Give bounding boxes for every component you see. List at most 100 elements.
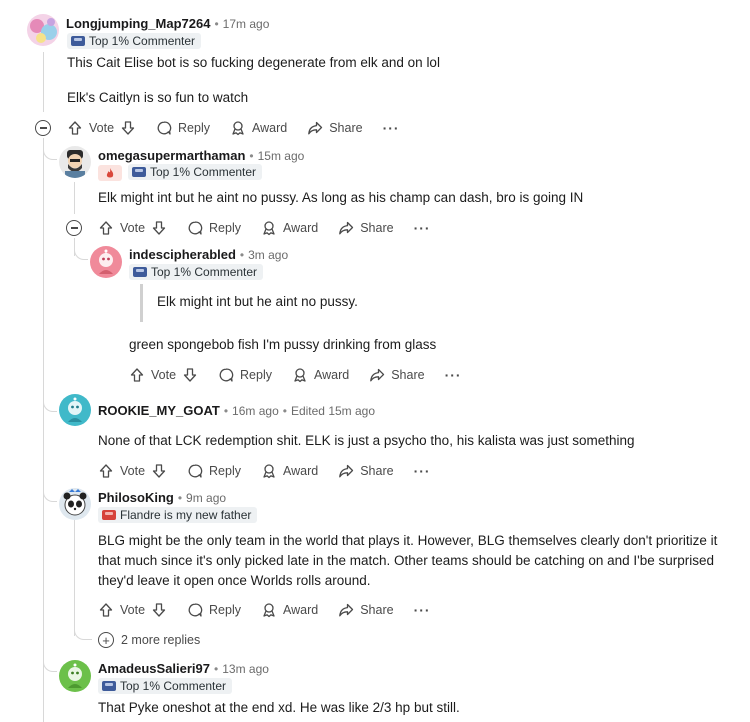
reply-button[interactable]: Reply <box>187 220 241 236</box>
share-arrow-icon <box>338 602 354 618</box>
thread-line-omega[interactable] <box>74 182 75 214</box>
share-button[interactable]: Share <box>369 367 425 383</box>
username[interactable]: PhilosoKing <box>98 490 174 505</box>
vote-label: Vote <box>89 121 115 135</box>
award-button[interactable]: Award <box>230 120 287 136</box>
award-label: Award <box>252 121 288 135</box>
edited-label: Edited 15m ago <box>290 403 376 418</box>
award-label: Award <box>283 464 319 478</box>
vote-label: Vote <box>151 368 177 382</box>
timestamp: 9m ago <box>186 490 227 505</box>
award-button[interactable]: Award <box>261 602 318 618</box>
arrow-down-icon[interactable] <box>151 220 167 236</box>
reply-button[interactable]: Reply <box>156 120 210 136</box>
flair-text: Top 1% Commenter <box>151 265 258 279</box>
username[interactable]: AmadeusSalieri97 <box>98 661 210 676</box>
flair-text: Top 1% Commenter <box>120 679 227 693</box>
arrow-up-icon[interactable] <box>98 463 114 479</box>
username[interactable]: Longjumping_Map7264 <box>66 16 210 31</box>
award-icon <box>261 220 277 236</box>
share-arrow-icon <box>338 463 354 479</box>
vote-group: Vote <box>98 602 173 618</box>
username[interactable]: indescipherabled <box>129 247 236 262</box>
award-label: Award <box>283 603 319 617</box>
share-label: Share <box>360 221 394 235</box>
separator-dot: • <box>177 490 183 505</box>
thread-line-root[interactable] <box>43 52 44 112</box>
user-flair: Top 1% Commenter <box>67 33 202 49</box>
user-flair: Top 1% Commenter <box>129 264 264 280</box>
award-icon <box>261 602 277 618</box>
share-button[interactable]: Share <box>338 463 394 479</box>
reply-button[interactable]: Reply <box>187 602 241 618</box>
avatar[interactable] <box>90 246 122 278</box>
avatar[interactable] <box>59 660 91 692</box>
separator-dot: • <box>282 403 287 418</box>
branch-connector <box>74 620 92 640</box>
username[interactable]: omegasupermarthaman <box>98 148 245 163</box>
user-flair: Top 1% Commenter <box>98 678 233 694</box>
share-button[interactable]: Share <box>307 120 363 136</box>
avatar[interactable] <box>27 14 59 46</box>
action-bar: Vote Reply Award Share ··· <box>98 600 431 620</box>
speech-bubble-icon <box>187 220 203 236</box>
arrow-down-icon[interactable] <box>182 367 198 383</box>
reply-label: Reply <box>209 221 241 235</box>
action-bar: Vote Reply Award Share ··· <box>67 118 400 138</box>
flair-icon <box>133 267 147 277</box>
share-button[interactable]: Share <box>338 220 394 236</box>
share-label: Share <box>391 368 425 382</box>
timestamp: 15m ago <box>257 148 305 163</box>
arrow-up-icon[interactable] <box>67 120 83 136</box>
branch-connector <box>43 140 57 160</box>
ellipsis-icon[interactable]: ··· <box>445 367 462 383</box>
more-replies-label: 2 more replies <box>121 633 201 647</box>
vote-group: Vote <box>129 367 204 383</box>
ellipsis-icon[interactable]: ··· <box>383 120 400 136</box>
award-button[interactable]: Award <box>292 367 349 383</box>
reply-button[interactable]: Reply <box>218 367 272 383</box>
more-replies-button[interactable]: + 2 more replies <box>98 632 201 648</box>
ellipsis-icon[interactable]: ··· <box>414 220 431 236</box>
arrow-up-icon[interactable] <box>129 367 145 383</box>
separator-dot: • <box>223 403 229 418</box>
speech-bubble-icon <box>156 120 172 136</box>
comment-text: Elk's Caitlyn is so fun to watch <box>67 90 249 105</box>
speech-bubble-icon <box>187 602 203 618</box>
arrow-down-icon[interactable] <box>120 120 136 136</box>
vote-label: Vote <box>120 464 146 478</box>
separator-dot: • <box>214 661 219 676</box>
separator-dot: • <box>249 148 254 163</box>
ellipsis-icon[interactable]: ··· <box>414 602 431 618</box>
flair-text: Top 1% Commenter <box>89 34 196 48</box>
avatar[interactable] <box>59 146 91 178</box>
speech-bubble-icon <box>218 367 234 383</box>
plus-circle-icon: + <box>98 632 114 648</box>
ellipsis-icon[interactable]: ··· <box>414 463 431 479</box>
share-button[interactable]: Share <box>338 602 394 618</box>
thread-line-philoso[interactable] <box>74 520 75 636</box>
award-button[interactable]: Award <box>261 220 318 236</box>
username[interactable]: ROOKIE_MY_GOAT <box>98 403 220 418</box>
arrow-down-icon[interactable] <box>151 602 167 618</box>
action-bar: Vote Reply Award Share ··· <box>129 365 462 385</box>
avatar[interactable] <box>59 488 91 520</box>
arrow-down-icon[interactable] <box>151 463 167 479</box>
collapse-thread-button[interactable] <box>66 220 82 236</box>
share-label: Share <box>360 603 394 617</box>
award-icon <box>261 463 277 479</box>
user-badge <box>98 165 122 181</box>
reply-label: Reply <box>178 121 210 135</box>
arrow-up-icon[interactable] <box>98 602 114 618</box>
avatar[interactable] <box>59 394 91 426</box>
comment-text: None of that LCK redemption shit. ELK is… <box>98 433 635 448</box>
reply-button[interactable]: Reply <box>187 463 241 479</box>
comment-text: green spongebob fish I'm pussy drinking … <box>129 337 437 352</box>
award-button[interactable]: Award <box>261 463 318 479</box>
award-icon <box>292 367 308 383</box>
thread-line-root-lower[interactable] <box>43 138 44 722</box>
user-flair: Top 1% Commenter <box>128 164 263 180</box>
collapse-thread-button[interactable] <box>35 120 51 136</box>
arrow-up-icon[interactable] <box>98 220 114 236</box>
reply-label: Reply <box>209 603 241 617</box>
